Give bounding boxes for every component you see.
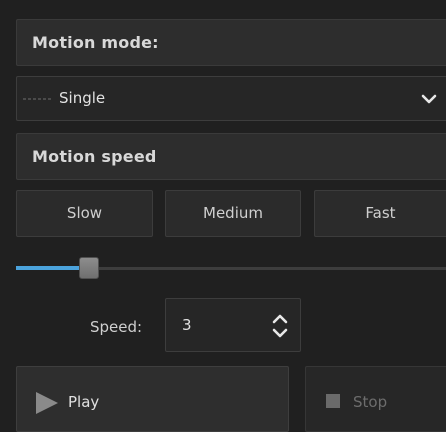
motion-speed-title: Motion speed	[32, 147, 157, 166]
speed-slider-fill	[16, 266, 87, 270]
slow-button[interactable]: Slow	[16, 190, 153, 237]
motion-mode-header: Motion mode:	[16, 19, 446, 66]
fast-button[interactable]: Fast	[314, 190, 446, 237]
speed-spinbox[interactable]: 3	[165, 298, 301, 352]
dashed-line-icon	[23, 98, 53, 100]
motion-mode-selected-value: Single	[59, 89, 106, 107]
medium-button[interactable]: Medium	[165, 190, 301, 237]
play-button[interactable]: Play	[16, 366, 289, 432]
motion-mode-dropdown[interactable]: Single	[16, 76, 446, 121]
motion-speed-header: Motion speed	[16, 133, 446, 180]
stop-icon	[326, 394, 340, 408]
speed-value: 3	[182, 316, 192, 334]
speed-slider-handle[interactable]	[79, 257, 99, 279]
stop-label: Stop	[353, 393, 388, 411]
chevron-down-icon	[421, 94, 437, 104]
stop-button[interactable]: Stop	[305, 366, 446, 432]
spin-arrows-icon[interactable]	[270, 311, 290, 341]
speed-label: Speed:	[90, 318, 143, 336]
play-icon	[36, 392, 58, 414]
motion-mode-title: Motion mode:	[32, 33, 159, 52]
play-label: Play	[68, 393, 100, 411]
